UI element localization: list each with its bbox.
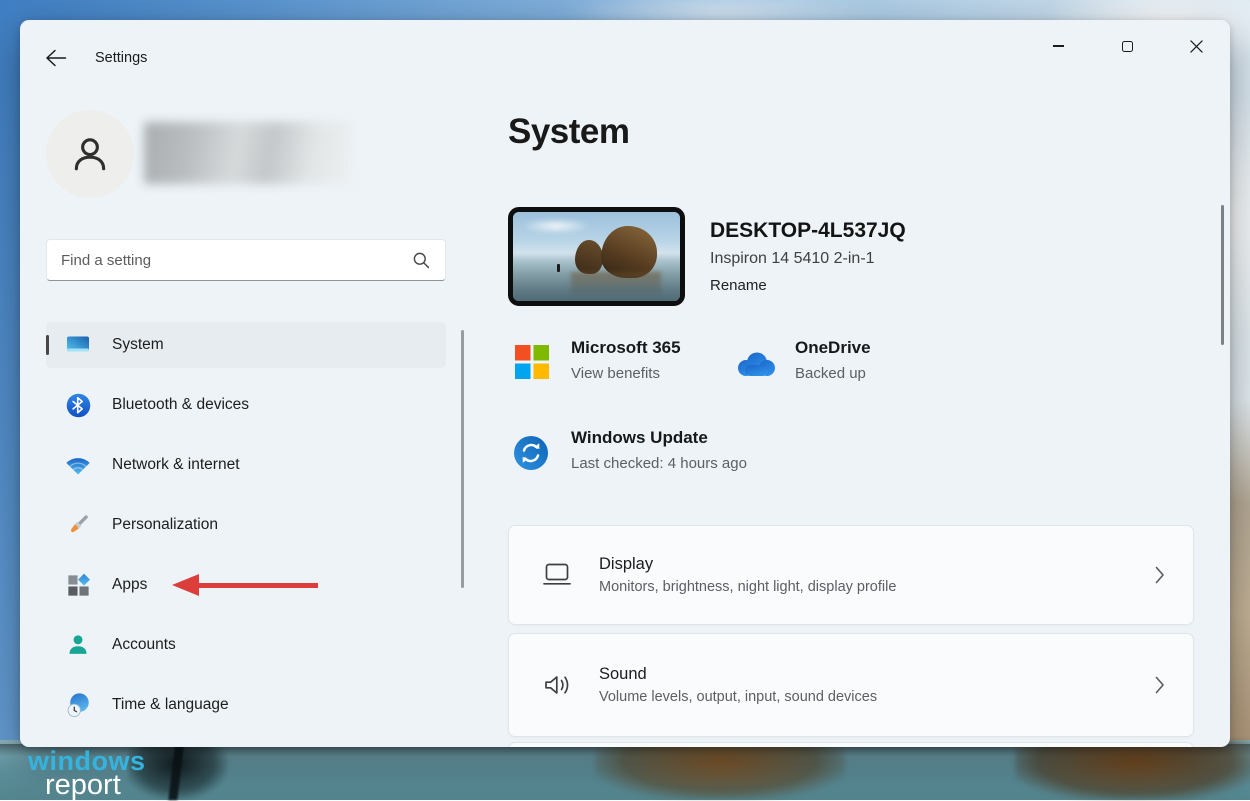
sidebar-item-label: Bluetooth & devices bbox=[112, 396, 249, 414]
network-wifi-icon bbox=[64, 451, 92, 479]
sidebar-item-label: Personalization bbox=[112, 516, 218, 534]
card-partial-next[interactable] bbox=[508, 742, 1194, 747]
settings-cards: Display Monitors, brightness, night ligh… bbox=[508, 525, 1194, 747]
quick-link-microsoft-365[interactable]: Microsoft 365 View benefits bbox=[515, 338, 681, 382]
sidebar-item-network-internet[interactable]: Network & internet bbox=[46, 442, 446, 488]
rename-button[interactable]: Rename bbox=[710, 277, 906, 294]
time-language-icon bbox=[64, 691, 92, 719]
arrow-shaft bbox=[196, 583, 318, 588]
device-info: DESKTOP-4L537JQ Inspiron 14 5410 2-in-1 … bbox=[710, 207, 906, 306]
sidebar-item-label: System bbox=[112, 336, 164, 354]
beach-sand-edge bbox=[1228, 400, 1250, 745]
sidebar-item-bluetooth-devices[interactable]: Bluetooth & devices bbox=[46, 382, 446, 428]
windows-report-watermark: windows report bbox=[28, 748, 146, 800]
device-thumbnail bbox=[508, 207, 685, 306]
sidebar-scrollbar[interactable] bbox=[461, 330, 464, 588]
search-icon[interactable] bbox=[412, 251, 431, 270]
page-title: System bbox=[508, 112, 630, 152]
beach-water-strip bbox=[0, 740, 1250, 800]
card-sound[interactable]: Sound Volume levels, output, input, soun… bbox=[508, 633, 1194, 737]
maximize-icon bbox=[1122, 41, 1133, 52]
system-icon bbox=[64, 331, 92, 359]
thumbnail-person bbox=[557, 264, 560, 272]
thumbnail-cloud bbox=[521, 218, 591, 234]
card-title: Sound bbox=[599, 665, 877, 684]
device-name: DESKTOP-4L537JQ bbox=[710, 219, 906, 243]
search-input[interactable] bbox=[47, 252, 412, 269]
titlebar: Settings bbox=[45, 49, 147, 67]
sidebar-item-accounts[interactable]: Accounts bbox=[46, 622, 446, 668]
person-icon bbox=[69, 133, 111, 175]
sidebar-item-label: Time & language bbox=[112, 696, 229, 714]
quick-link-title: Microsoft 365 bbox=[571, 338, 681, 358]
sidebar-item-label: Network & internet bbox=[112, 456, 240, 474]
settings-window: Settings bbox=[20, 20, 1230, 747]
card-title: Display bbox=[599, 555, 896, 574]
windows-update-icon bbox=[513, 435, 549, 471]
annotation-arrow-apps bbox=[172, 574, 318, 596]
apps-icon bbox=[64, 571, 92, 599]
close-button[interactable] bbox=[1173, 30, 1219, 62]
caption-buttons bbox=[1035, 30, 1219, 62]
user-name-redacted bbox=[144, 122, 352, 184]
thumbnail-rock bbox=[575, 240, 603, 274]
sidebar-item-system[interactable]: System bbox=[46, 322, 446, 368]
close-icon bbox=[1190, 40, 1203, 53]
chevron-right-icon bbox=[1155, 566, 1165, 584]
search-box bbox=[46, 239, 446, 281]
quick-link-title: Windows Update bbox=[571, 428, 747, 448]
sidebar-item-personalization[interactable]: Personalization bbox=[46, 502, 446, 548]
sidebar-nav: System Bluetooth & devices bbox=[46, 322, 446, 742]
selection-indicator bbox=[46, 335, 49, 355]
quick-link-subtitle: Backed up bbox=[795, 365, 871, 382]
quick-link-title: OneDrive bbox=[795, 338, 871, 358]
sidebar-item-label: Accounts bbox=[112, 636, 176, 654]
accounts-person-icon bbox=[64, 631, 92, 659]
device-model: Inspiron 14 5410 2-in-1 bbox=[710, 250, 906, 268]
onedrive-icon bbox=[733, 350, 777, 378]
device-info-row: DESKTOP-4L537JQ Inspiron 14 5410 2-in-1 … bbox=[508, 207, 906, 306]
quick-link-subtitle: Last checked: 4 hours ago bbox=[571, 455, 747, 472]
personalization-brush-icon bbox=[64, 511, 92, 539]
quick-link-windows-update[interactable]: Windows Update Last checked: 4 hours ago bbox=[513, 428, 747, 472]
main-scrollbar[interactable] bbox=[1221, 205, 1224, 345]
quick-link-subtitle: View benefits bbox=[571, 365, 681, 382]
card-subtitle: Volume levels, output, input, sound devi… bbox=[599, 689, 877, 705]
card-display[interactable]: Display Monitors, brightness, night ligh… bbox=[508, 525, 1194, 625]
thumbnail-rock bbox=[601, 226, 657, 278]
minimize-icon bbox=[1053, 45, 1064, 46]
microsoft-365-icon bbox=[515, 345, 549, 379]
rock-reflection bbox=[1015, 740, 1250, 800]
window-title: Settings bbox=[95, 50, 147, 66]
avatar[interactable] bbox=[46, 110, 134, 198]
chevron-right-icon bbox=[1155, 676, 1165, 694]
sidebar-item-time-language[interactable]: Time & language bbox=[46, 682, 446, 728]
back-arrow-icon bbox=[45, 49, 67, 67]
bluetooth-icon bbox=[64, 391, 92, 419]
sidebar-item-label: Apps bbox=[112, 576, 147, 594]
rock-reflection bbox=[595, 740, 845, 800]
maximize-button[interactable] bbox=[1104, 30, 1150, 62]
thumbnail-reflection bbox=[571, 272, 661, 298]
sound-speaker-icon bbox=[539, 671, 575, 699]
back-button[interactable] bbox=[45, 49, 67, 67]
card-subtitle: Monitors, brightness, night light, displ… bbox=[599, 579, 896, 595]
display-icon bbox=[539, 562, 575, 588]
quick-link-onedrive[interactable]: OneDrive Backed up bbox=[733, 338, 871, 382]
minimize-button[interactable] bbox=[1035, 30, 1081, 62]
arrow-head bbox=[172, 574, 199, 596]
